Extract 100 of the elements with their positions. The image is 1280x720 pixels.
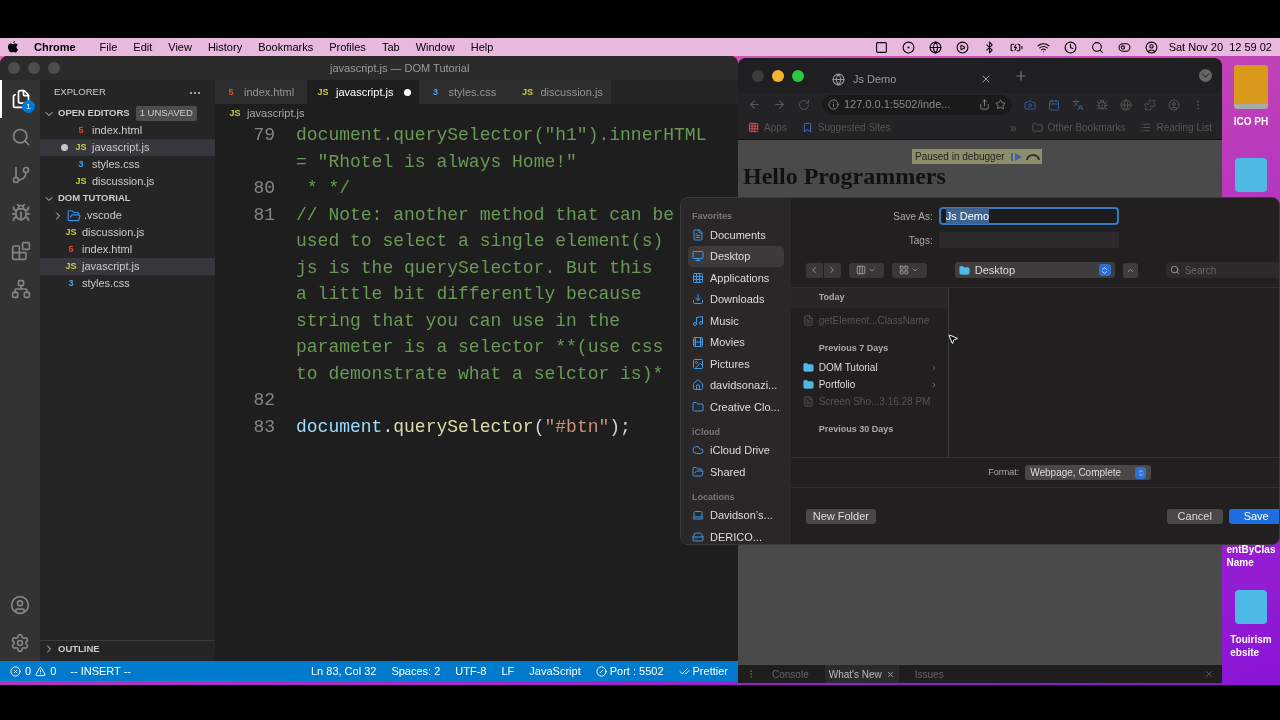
status-item[interactable]: JavaScript <box>529 662 581 680</box>
sidebar-item[interactable]: davidsonazi... <box>688 374 784 396</box>
sidebar-item[interactable]: Desktop <box>688 245 784 267</box>
account-icon[interactable] <box>10 595 30 615</box>
status-item[interactable]: Port : 5502 <box>595 662 664 680</box>
menu-item[interactable]: History <box>207 38 243 56</box>
camera-icon[interactable] <box>1024 98 1036 111</box>
group-button[interactable] <box>891 262 927 278</box>
file-tree-item[interactable]: .vscode <box>40 207 215 224</box>
user-icon[interactable] <box>1144 40 1158 54</box>
minimize-window-button[interactable] <box>772 69 784 82</box>
editor-tab[interactable]: 3 styles.css <box>419 80 512 104</box>
sidebar-item[interactable]: Applications <box>688 267 784 289</box>
more-icon[interactable] <box>189 90 201 95</box>
save-as-field[interactable]: Js Demo <box>938 207 1119 225</box>
status-item[interactable]: UTF-8 <box>455 662 487 680</box>
back-button[interactable] <box>805 262 823 278</box>
window-control[interactable] <box>8 62 20 74</box>
sidebar-item[interactable]: Pictures <box>688 353 784 375</box>
toggle-icon[interactable] <box>1117 40 1131 54</box>
desktop-icon-label[interactable]: entByClas Name <box>1226 543 1276 569</box>
section-header[interactable]: OPEN EDITORS 1 UNSAVED <box>40 105 215 122</box>
window-control[interactable] <box>48 62 60 74</box>
status-item[interactable]: LF <box>501 662 515 680</box>
status-item[interactable]: Spaces: 2 <box>391 662 441 680</box>
breadcrumb[interactable]: javascript.js <box>247 104 305 122</box>
settings-icon[interactable] <box>10 633 30 653</box>
file-row[interactable]: Portfolio <box>790 376 948 393</box>
sidebar-item[interactable]: Movies <box>688 331 784 353</box>
devtools-tab[interactable]: What's New <box>824 665 899 683</box>
file-tree-item[interactable]: JS discussion.js <box>40 224 215 241</box>
warning-count[interactable]: 0 <box>50 662 57 680</box>
error-count[interactable]: 0 <box>25 662 32 680</box>
menu-item[interactable]: Bookmarks <box>258 38 314 56</box>
sidebar-item[interactable]: Documents <box>688 224 784 246</box>
sidebar-item[interactable]: Music <box>688 310 784 332</box>
editor-tab[interactable]: JS javascript.js <box>307 80 420 104</box>
address-bar[interactable]: 127.0.0.1:5502/inde... <box>822 94 1012 115</box>
new-tab-icon[interactable] <box>1014 68 1028 83</box>
menu-item[interactable]: Help <box>470 38 494 56</box>
desktop-icon-label[interactable]: ICO PH <box>1233 115 1269 128</box>
file-row[interactable]: DOM Tutorial <box>790 359 948 376</box>
clock-text[interactable]: Sat Nov 20 12 59 02 <box>1168 38 1272 56</box>
forward-icon[interactable] <box>773 98 786 111</box>
stop-icon[interactable] <box>874 40 888 54</box>
status-item[interactable]: Prettier <box>678 662 728 680</box>
format-popup[interactable]: Webpage, Complete <box>1025 465 1152 480</box>
open-editor-item[interactable]: 5 index.html <box>40 122 215 139</box>
editor-tab[interactable]: JS discussion.js <box>511 80 611 104</box>
open-editor-item[interactable]: 3 styles.css <box>40 156 215 173</box>
close-icon[interactable] <box>1204 669 1214 679</box>
clock-icon[interactable] <box>1063 40 1077 54</box>
menu-item[interactable]: Profiles <box>329 38 366 56</box>
menu-item[interactable]: View <box>168 38 192 56</box>
wifi-icon[interactable] <box>1036 40 1050 54</box>
sidebar-item[interactable]: Davidson’s... <box>688 504 784 526</box>
app-menu[interactable]: Chrome <box>34 38 76 56</box>
desktop-icon-label[interactable]: Touirism ebsite <box>1230 633 1272 659</box>
record-icon[interactable] <box>901 40 915 54</box>
section-header[interactable]: OUTLINE <box>40 640 215 657</box>
close-icon[interactable] <box>885 669 895 679</box>
puzzle-icon[interactable] <box>1144 98 1156 111</box>
zoom-window-button[interactable] <box>792 69 804 82</box>
open-editor-item[interactable]: JS javascript.js <box>40 139 215 156</box>
search-icon[interactable] <box>1090 40 1104 54</box>
bug-icon[interactable] <box>1096 98 1108 111</box>
open-editor-item[interactable]: JS discussion.js <box>40 173 215 190</box>
sidebar-item[interactable]: Downloads <box>688 288 784 310</box>
sidebar-item[interactable]: Creative Clo... <box>688 396 784 418</box>
sidebar-item[interactable]: Shared <box>688 461 784 483</box>
window-control[interactable] <box>28 62 40 74</box>
star-icon[interactable] <box>995 99 1006 110</box>
new-folder-button[interactable]: New Folder <box>805 508 876 524</box>
step-over-icon[interactable] <box>1023 151 1042 162</box>
save-button[interactable]: Save <box>1228 508 1279 524</box>
view-button[interactable] <box>848 262 884 278</box>
file-tree-item[interactable]: JS javascript.js <box>40 258 215 275</box>
close-icon[interactable] <box>980 73 992 85</box>
translate-icon[interactable] <box>1072 98 1084 111</box>
status-item[interactable]: Ln 83, Col 32 <box>310 662 377 680</box>
calendar-icon[interactable] <box>1048 98 1060 111</box>
location-popup[interactable]: Desktop <box>954 262 1115 278</box>
globe-icon[interactable] <box>928 40 942 54</box>
back-icon[interactable] <box>748 98 761 111</box>
reload-icon[interactable] <box>798 98 810 111</box>
profile-icon[interactable] <box>1168 98 1180 111</box>
sidebar-item[interactable]: iCloud Drive <box>688 439 784 461</box>
menu-item[interactable]: File <box>99 38 118 56</box>
share-icon[interactable] <box>979 99 990 110</box>
cancel-button[interactable]: Cancel <box>1166 508 1223 524</box>
editor-tab[interactable]: 5 index.html <box>215 80 307 104</box>
play-icon[interactable] <box>955 40 969 54</box>
menu-item[interactable]: Window <box>415 38 455 56</box>
file-tree-item[interactable]: 5 index.html <box>40 241 215 258</box>
sidebar-item[interactable]: DERICO... <box>688 526 784 544</box>
file-tree-item[interactable]: 3 styles.css <box>40 275 215 292</box>
menu-item[interactable]: Edit <box>133 38 153 56</box>
section-header[interactable]: DOM TUTORIAL <box>40 190 215 207</box>
menu-item[interactable]: Tab <box>381 38 400 56</box>
forward-button[interactable] <box>823 262 841 278</box>
